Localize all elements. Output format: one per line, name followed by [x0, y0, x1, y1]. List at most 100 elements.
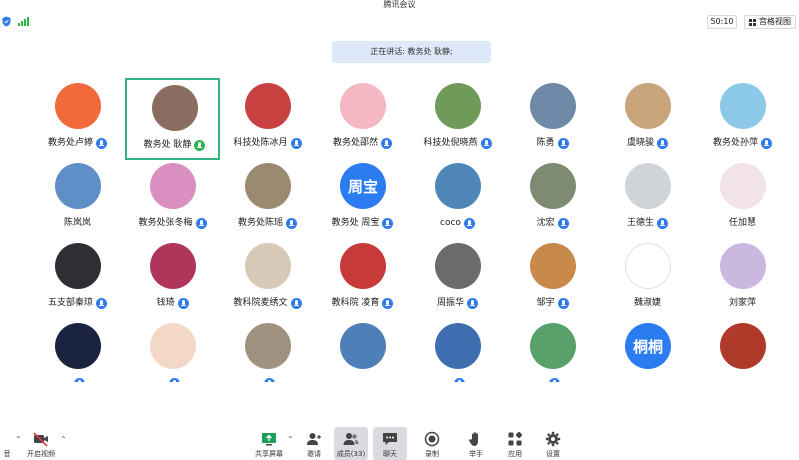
- avatar: [435, 243, 481, 289]
- start-video-button[interactable]: 开启视频: [24, 427, 58, 460]
- participant-tile[interactable]: 王德生: [600, 158, 695, 240]
- participant-tile[interactable]: coco: [410, 158, 505, 240]
- avatar: [340, 323, 386, 369]
- record-label: 录制: [425, 450, 439, 458]
- participant-tile[interactable]: 魏淑婕: [600, 238, 695, 320]
- gallery-view-button[interactable]: 宫格视图: [744, 15, 796, 29]
- video-options-chevron-icon[interactable]: ⌃: [60, 436, 67, 444]
- participant-tile[interactable]: 桐桐: [600, 318, 695, 382]
- record-button[interactable]: 录制: [420, 427, 444, 460]
- participant-name-row: 教务处邵然: [315, 136, 410, 150]
- avatar: [720, 243, 766, 289]
- microphone-icon: [286, 217, 297, 229]
- participant-name: 教科院 凌育: [331, 298, 380, 308]
- participant-tile[interactable]: 陈勇: [505, 78, 600, 160]
- participant-tile[interactable]: 任加慧: [695, 158, 790, 240]
- members-button[interactable]: 成员(33): [334, 427, 368, 460]
- invite-button[interactable]: 邀请: [302, 427, 326, 460]
- participant-tile[interactable]: 钱琦: [125, 238, 220, 320]
- participant-name: 邹宇: [536, 298, 555, 308]
- avatar: [720, 163, 766, 209]
- participant-name: 刘家萍: [728, 298, 756, 308]
- apps-label: 应用: [508, 450, 522, 458]
- avatar: [530, 323, 576, 369]
- chat-button[interactable]: 聊天: [373, 427, 407, 460]
- microphone-icon: [463, 217, 475, 229]
- participant-tile[interactable]: 周振华: [410, 238, 505, 320]
- audio-options-chevron-icon[interactable]: ⌃: [15, 436, 22, 444]
- participant-name-row: 陈岚岚: [30, 216, 125, 230]
- record-icon: [424, 431, 440, 447]
- participant-name-row: [695, 376, 790, 382]
- microphone-icon: [453, 377, 465, 382]
- participant-name-row: 邹宇: [505, 296, 600, 310]
- raise-hand-button[interactable]: 举手: [464, 427, 488, 460]
- audio-button[interactable]: 音: [0, 427, 14, 460]
- microphone-icon: [382, 217, 394, 229]
- participant-tile[interactable]: 周宝教务处 周宝: [315, 158, 410, 240]
- participant-name-row: 五支部秦琼: [30, 296, 125, 310]
- gear-icon: [545, 431, 561, 447]
- avatar: [150, 163, 196, 209]
- participant-tile[interactable]: 教务处邵然: [315, 78, 410, 160]
- avatar: [55, 163, 101, 209]
- avatar-initials: 桐桐: [632, 337, 663, 356]
- apps-icon: [508, 431, 523, 446]
- participant-name: 教务处卢婷: [47, 138, 93, 148]
- participant-name-row: [125, 376, 220, 382]
- microphone-icon: [168, 377, 180, 382]
- chat-label: 聊天: [383, 450, 397, 458]
- participant-tile[interactable]: 教务处 耿静: [125, 78, 220, 160]
- avatar: [245, 163, 291, 209]
- participant-name-row: 陈勇: [505, 136, 600, 150]
- microphone-icon: [557, 137, 569, 149]
- avatar: [245, 323, 291, 369]
- shield-icon[interactable]: [2, 16, 11, 27]
- participant-name: 沈宏: [536, 218, 555, 228]
- participant-name-row: 沈宏: [505, 216, 600, 230]
- participant-tile[interactable]: 教务处孙萍: [695, 78, 790, 160]
- participant-name: 教务处 周宝: [331, 218, 380, 228]
- participant-name: 教科院麦绣文: [233, 298, 288, 308]
- participant-name: 陈岚岚: [63, 218, 91, 228]
- participant-tile[interactable]: 教务处陈瑶: [220, 158, 315, 240]
- microphone-icon: [195, 217, 207, 229]
- microphone-icon: [263, 377, 275, 382]
- participant-tile[interactable]: 陈岚岚: [30, 158, 125, 240]
- participant-tile[interactable]: 教科院 凌育: [315, 238, 410, 320]
- participant-tile[interactable]: 教务处卢婷: [30, 78, 125, 160]
- apps-button[interactable]: 应用: [503, 427, 527, 460]
- participant-tile[interactable]: [410, 318, 505, 382]
- participant-tile[interactable]: [505, 318, 600, 382]
- participant-name-row: 教务处 耿静: [127, 138, 222, 152]
- participant-tile[interactable]: 科技处倪晓燕: [410, 78, 505, 160]
- participant-tile[interactable]: [30, 318, 125, 382]
- microphone-icon: [480, 137, 492, 149]
- participant-tile[interactable]: 教科院麦绣文: [220, 238, 315, 320]
- participant-tile[interactable]: [315, 318, 410, 382]
- participant-tile[interactable]: [695, 318, 790, 382]
- participant-tile[interactable]: 虞晓骏: [600, 78, 695, 160]
- participant-tile[interactable]: 沈宏: [505, 158, 600, 240]
- participant-tile[interactable]: 邹宇: [505, 238, 600, 320]
- participant-tile[interactable]: 刘家萍: [695, 238, 790, 320]
- participant-name-row: 虞晓骏: [600, 136, 695, 150]
- participant-tile[interactable]: 教务处张冬梅: [125, 158, 220, 240]
- participant-name-row: coco: [410, 216, 505, 230]
- settings-button[interactable]: 设置: [541, 427, 565, 460]
- avatar-initials: 周宝: [347, 177, 378, 196]
- microphone-icon: [657, 217, 668, 229]
- share-screen-button[interactable]: 共享屏幕: [252, 427, 286, 460]
- network-signal-icon[interactable]: [18, 17, 30, 26]
- share-options-chevron-icon[interactable]: ⌃: [287, 436, 294, 444]
- participant-tile[interactable]: [220, 318, 315, 382]
- speaking-indicator: 正在讲话: 教务处 耿静;: [332, 41, 491, 63]
- participant-tile[interactable]: [125, 318, 220, 382]
- participant-name-row: 科技处倪晓燕: [410, 136, 505, 150]
- participant-tile[interactable]: 五支部秦琼: [30, 238, 125, 320]
- participant-name: 魏淑婕: [633, 298, 661, 308]
- avatar: [625, 83, 671, 129]
- avatar: [245, 243, 291, 289]
- microphone-icon: [557, 297, 569, 309]
- participant-tile[interactable]: 科技处陈冰月: [220, 78, 315, 160]
